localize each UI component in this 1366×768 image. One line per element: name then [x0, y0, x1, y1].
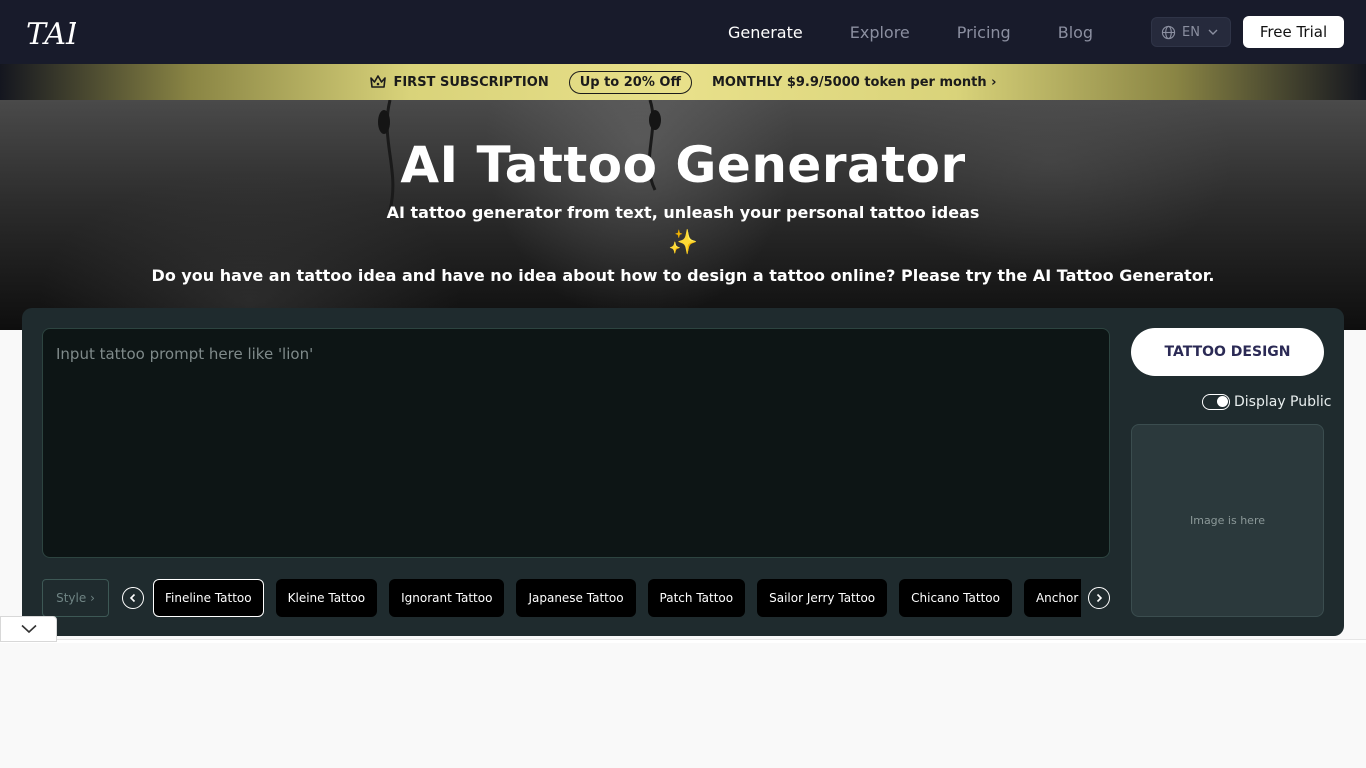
style-chip-patch[interactable]: Patch Tattoo [647, 579, 746, 617]
style-chip-sailor-jerry[interactable]: Sailor Jerry Tattoo [757, 579, 888, 617]
tai-logo-icon[interactable]: TAI [24, 14, 76, 50]
style-chip-chicano[interactable]: Chicano Tattoo [899, 579, 1012, 617]
promo-pricing-link[interactable]: MONTHLY $9.9/5000 token per month › [712, 75, 997, 90]
style-chip-fineline[interactable]: Fineline Tattoo [153, 579, 264, 617]
hero-section: AI Tattoo Generator AI tattoo generator … [0, 100, 1366, 330]
section-divider [0, 639, 1366, 643]
promo-banner: FIRST SUBSCRIPTION Up to 20% Off MONTHLY… [0, 64, 1366, 100]
top-nav: TAI Generate Explore Pricing Blog EN Fre… [0, 0, 1366, 64]
image-preview: Image is here [1131, 424, 1324, 617]
style-chip-anchor[interactable]: Anchor Tattoo [1023, 579, 1081, 617]
globe-icon [1161, 25, 1176, 39]
style-chips: Fineline Tattoo Kleine Tattoo Ignorant T… [153, 579, 1081, 617]
collapse-toggle[interactable] [0, 616, 57, 642]
chevron-left-icon [129, 593, 136, 603]
prompt-input[interactable] [42, 328, 1110, 558]
chevron-right-icon [1096, 593, 1103, 603]
nav-link-pricing[interactable]: Pricing [957, 23, 1011, 42]
nav-link-blog[interactable]: Blog [1058, 23, 1093, 42]
tattoo-design-button[interactable]: TATTOO DESIGN [1131, 328, 1324, 376]
chevron-down-icon [1208, 29, 1218, 35]
display-public-row: Display Public [1202, 394, 1332, 410]
generator-panel: Style › Fineline Tattoo Kleine Tattoo Ig… [22, 308, 1344, 636]
crown-icon [370, 75, 387, 88]
image-placeholder-text: Image is here [1189, 514, 1266, 527]
language-selector[interactable]: EN [1151, 17, 1231, 47]
style-chip-japanese[interactable]: Japanese Tattoo [516, 579, 636, 617]
free-trial-button[interactable]: Free Trial [1243, 16, 1344, 48]
hero-description: Do you have an tattoo idea and have no i… [151, 266, 1215, 285]
language-label: EN [1182, 24, 1200, 40]
style-button[interactable]: Style › [42, 579, 109, 617]
sparkle-icon: ✨ [668, 228, 698, 256]
style-chip-ignorant[interactable]: Ignorant Tattoo [389, 579, 505, 617]
svg-text:TAI: TAI [26, 17, 76, 50]
display-public-label: Display Public [1234, 394, 1332, 410]
nav-link-explore[interactable]: Explore [850, 23, 910, 42]
nav-links: Generate Explore Pricing Blog [728, 0, 1140, 64]
styles-prev-button[interactable] [122, 587, 144, 609]
display-public-toggle[interactable] [1202, 394, 1230, 410]
chevron-down-icon [20, 624, 37, 634]
page-title: AI Tattoo Generator [400, 136, 966, 194]
discount-badge: Up to 20% Off [568, 70, 692, 94]
styles-next-button[interactable] [1088, 587, 1110, 609]
hero-subtitle: AI tattoo generator from text, unleash y… [386, 203, 980, 222]
style-chip-kleine[interactable]: Kleine Tattoo [275, 579, 378, 617]
promo-label: FIRST SUBSCRIPTION [393, 74, 549, 90]
nav-link-generate[interactable]: Generate [728, 23, 803, 42]
